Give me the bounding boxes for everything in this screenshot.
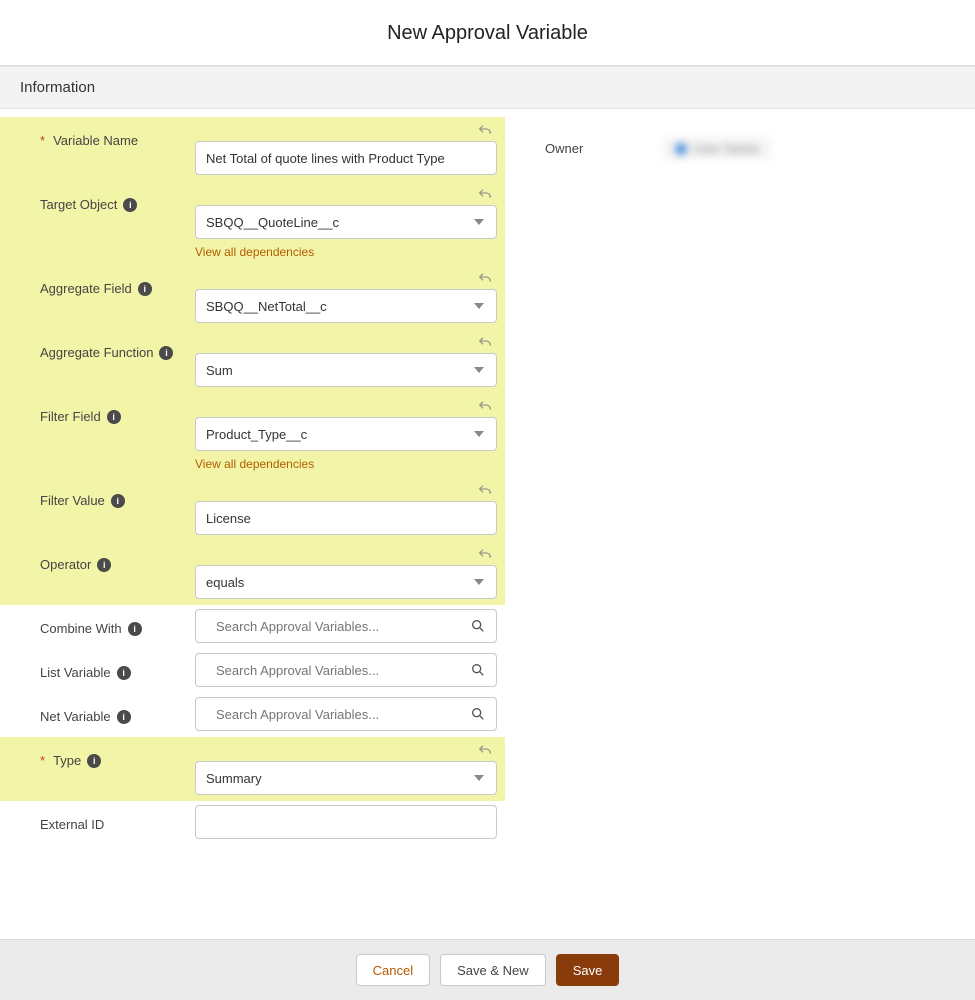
view-dependencies-link[interactable]: View all dependencies xyxy=(195,457,314,471)
label-operator: Operator xyxy=(40,557,91,572)
undo-icon[interactable] xyxy=(477,743,493,759)
avatar xyxy=(675,143,687,155)
label-variable-name: Variable Name xyxy=(53,133,138,148)
undo-icon[interactable] xyxy=(477,123,493,139)
info-icon[interactable]: i xyxy=(138,282,152,296)
aggregate-function-value: Sum xyxy=(206,363,233,378)
label-owner: Owner xyxy=(545,141,583,156)
view-dependencies-link[interactable]: View all dependencies xyxy=(195,245,314,259)
row-combine-with: Combine With i xyxy=(0,605,505,649)
cancel-button[interactable]: Cancel xyxy=(356,954,430,986)
form-body: * Variable Name Target Object i xyxy=(0,109,975,905)
variable-name-input[interactable] xyxy=(195,141,497,175)
combine-with-lookup[interactable] xyxy=(195,609,497,643)
search-icon xyxy=(470,662,486,678)
filter-field-select[interactable]: Product_Type__c xyxy=(195,417,497,451)
net-variable-lookup[interactable] xyxy=(195,697,497,731)
save-button[interactable]: Save xyxy=(556,954,620,986)
save-and-new-button[interactable]: Save & New xyxy=(440,954,546,986)
filter-field-value: Product_Type__c xyxy=(206,427,307,442)
row-aggregate-field: Aggregate Field i SBQQ__NetTotal__c xyxy=(0,265,505,329)
chevron-down-icon xyxy=(474,303,484,309)
info-icon[interactable]: i xyxy=(117,710,131,724)
row-aggregate-function: Aggregate Function i Sum xyxy=(0,329,505,393)
label-target-object: Target Object xyxy=(40,197,117,212)
label-net-variable: Net Variable xyxy=(40,709,111,724)
row-filter-value: Filter Value i xyxy=(0,477,505,541)
chevron-down-icon xyxy=(474,775,484,781)
owner-name: User Name xyxy=(693,141,759,156)
info-icon[interactable]: i xyxy=(123,198,137,212)
info-icon[interactable]: i xyxy=(128,622,142,636)
undo-icon[interactable] xyxy=(477,399,493,415)
operator-select[interactable]: equals xyxy=(195,565,497,599)
search-icon xyxy=(470,618,486,634)
undo-icon[interactable] xyxy=(477,335,493,351)
row-variable-name: * Variable Name xyxy=(0,117,505,181)
filter-value-input[interactable] xyxy=(195,501,497,535)
search-icon xyxy=(470,706,486,722)
info-icon[interactable]: i xyxy=(159,346,173,360)
external-id-input[interactable] xyxy=(195,805,497,839)
row-external-id: External ID xyxy=(0,801,505,845)
page-title: New Approval Variable xyxy=(0,0,975,65)
label-filter-field: Filter Field xyxy=(40,409,101,424)
target-object-select[interactable]: SBQQ__QuoteLine__c xyxy=(195,205,497,239)
type-value: Summary xyxy=(206,771,262,786)
chevron-down-icon xyxy=(474,431,484,437)
undo-icon[interactable] xyxy=(477,483,493,499)
aggregate-field-value: SBQQ__NetTotal__c xyxy=(206,299,327,314)
info-icon[interactable]: i xyxy=(111,494,125,508)
label-aggregate-function: Aggregate Function xyxy=(40,345,153,360)
footer-actions: Cancel Save & New Save xyxy=(0,939,975,1000)
row-operator: Operator i equals xyxy=(0,541,505,605)
row-owner: Owner User Name xyxy=(545,137,955,160)
row-net-variable: Net Variable i xyxy=(0,693,505,737)
list-variable-lookup[interactable] xyxy=(195,653,497,687)
aggregate-function-select[interactable]: Sum xyxy=(195,353,497,387)
aggregate-field-select[interactable]: SBQQ__NetTotal__c xyxy=(195,289,497,323)
chevron-down-icon xyxy=(474,367,484,373)
label-external-id: External ID xyxy=(40,817,104,832)
chevron-down-icon xyxy=(474,219,484,225)
row-list-variable: List Variable i xyxy=(0,649,505,693)
label-filter-value: Filter Value xyxy=(40,493,105,508)
undo-icon[interactable] xyxy=(477,187,493,203)
owner-value: User Name xyxy=(663,137,771,160)
target-object-value: SBQQ__QuoteLine__c xyxy=(206,215,339,230)
label-type: Type xyxy=(53,753,81,768)
row-target-object: Target Object i SBQQ__QuoteLine__c View … xyxy=(0,181,505,265)
type-select[interactable]: Summary xyxy=(195,761,497,795)
section-header-information: Information xyxy=(0,66,975,109)
undo-icon[interactable] xyxy=(477,271,493,287)
info-icon[interactable]: i xyxy=(117,666,131,680)
required-mark: * xyxy=(40,753,45,768)
required-mark: * xyxy=(40,133,45,148)
list-variable-input[interactable] xyxy=(206,654,470,686)
info-icon[interactable]: i xyxy=(97,558,111,572)
row-filter-field: Filter Field i Product_Type__c View all … xyxy=(0,393,505,477)
chevron-down-icon xyxy=(474,579,484,585)
label-aggregate-field: Aggregate Field xyxy=(40,281,132,296)
net-variable-input[interactable] xyxy=(206,698,470,730)
undo-icon[interactable] xyxy=(477,547,493,563)
label-list-variable: List Variable xyxy=(40,665,111,680)
info-icon[interactable]: i xyxy=(107,410,121,424)
row-type: * Type i Summary xyxy=(0,737,505,801)
combine-with-input[interactable] xyxy=(206,610,470,642)
label-combine-with: Combine With xyxy=(40,621,122,636)
operator-value: equals xyxy=(206,575,244,590)
info-icon[interactable]: i xyxy=(87,754,101,768)
